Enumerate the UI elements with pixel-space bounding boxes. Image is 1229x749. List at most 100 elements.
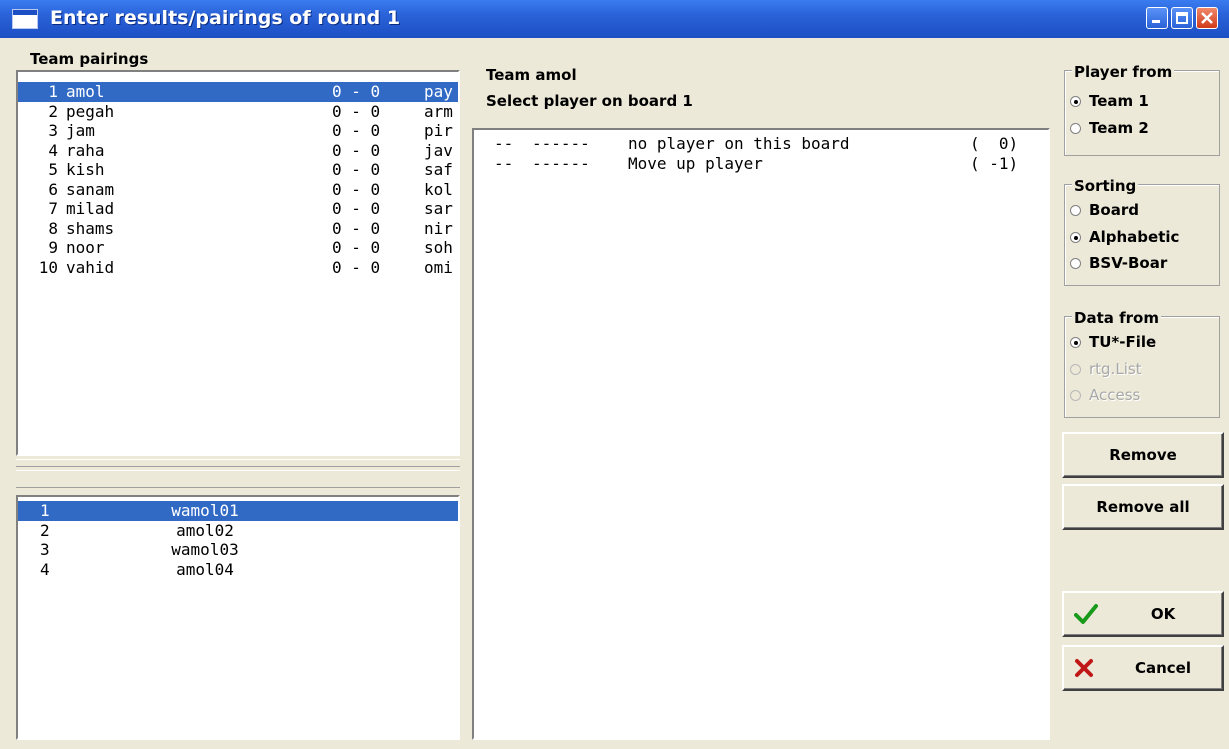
player-from-group — [1064, 70, 1220, 156]
team-name: noor — [66, 238, 105, 257]
pairing-score: 0 - 0 — [332, 121, 381, 140]
pairing-number: 9 — [48, 238, 58, 257]
radio-tu-file[interactable]: TU*-File — [1070, 333, 1156, 351]
maximize-icon — [1176, 12, 1188, 24]
minimize-button[interactable] — [1146, 7, 1168, 29]
radio-dot-icon — [1070, 123, 1081, 134]
board-row[interactable]: 4 amol04 — [18, 560, 458, 580]
pairing-score: 0 - 0 — [332, 160, 381, 179]
pairing-score: 0 - 0 — [332, 238, 381, 257]
player-name: Move up player — [628, 154, 763, 173]
opponent-name: omi — [424, 257, 453, 277]
board-player-name: amol02 — [176, 520, 234, 540]
player-option[interactable]: -- ------ Move up player( -1) — [474, 154, 1048, 174]
team-name: pegah — [66, 101, 115, 121]
radio-access: Access — [1070, 386, 1140, 404]
opponent-name: pay — [424, 82, 453, 101]
pairing-score: 0 - 0 — [332, 82, 381, 101]
player-name: no player on this board — [628, 134, 850, 153]
team-name: raha — [66, 140, 105, 160]
app-window-icon — [12, 9, 38, 29]
scroll-track[interactable] — [16, 470, 460, 488]
team-name: sanam — [66, 179, 115, 199]
title-bar[interactable]: Enter results/pairings of round 1 — [0, 0, 1229, 38]
player-rating: ( 0) — [970, 134, 1019, 153]
opponent-name: arm — [424, 101, 453, 121]
opponent-name: jav — [424, 140, 453, 160]
pairing-number: 5 — [48, 160, 58, 179]
radio-dot-icon — [1070, 96, 1081, 107]
close-icon — [1201, 12, 1213, 24]
cancel-button[interactable]: Cancel — [1062, 645, 1224, 691]
close-button[interactable] — [1196, 7, 1218, 29]
team-name: vahid — [66, 257, 115, 277]
splitter[interactable] — [16, 459, 460, 467]
player-select-list[interactable]: -- ------ no player on this board( 0) -- ---… — [472, 128, 1050, 740]
cross-icon — [1075, 659, 1093, 677]
remove-all-button[interactable]: Remove all — [1062, 484, 1224, 530]
pairing-row[interactable]: 5 kish 0 - 0 saf — [18, 160, 458, 180]
ok-button[interactable]: OK — [1062, 591, 1224, 637]
select-player-prompt: Select player on board 1 — [486, 92, 693, 110]
radio-rtg-list: rtg.List — [1070, 360, 1142, 378]
pairing-score: 0 - 0 — [332, 218, 381, 238]
team-name: kish — [66, 160, 105, 179]
player-option[interactable]: -- ------ no player on this board( 0) — [474, 134, 1048, 154]
team-name: jam — [66, 121, 95, 140]
team-name: milad — [66, 199, 115, 218]
pairing-row[interactable]: 4 raha 0 - 0 jav — [18, 141, 458, 161]
player-id: -- — [494, 134, 514, 153]
remove-button[interactable]: Remove — [1062, 432, 1224, 478]
team-name: shams — [66, 218, 115, 238]
maximize-button[interactable] — [1171, 7, 1193, 29]
pairing-row[interactable]: 6 sanam 0 - 0 kol — [18, 180, 458, 200]
radio-bsv-board[interactable]: BSV-Boar — [1070, 254, 1167, 272]
team-pairings-list[interactable]: 1 amol 0 - 0 pay 2 pegah 0 - 0 arm 3 jam 0 - 0 pir 4… — [16, 70, 460, 456]
opponent-name: saf — [424, 160, 453, 179]
pairing-row[interactable]: 3 jam 0 - 0 pir — [18, 121, 458, 141]
pairing-row[interactable]: 2 pegah 0 - 0 arm — [18, 102, 458, 122]
radio-dot-icon — [1070, 258, 1081, 269]
player-code: ------ — [532, 134, 590, 153]
pairing-number: 1 — [48, 82, 58, 101]
board-number: 3 — [40, 540, 50, 559]
radio-team-2[interactable]: Team 2 — [1070, 119, 1149, 137]
player-id: -- — [494, 154, 514, 173]
board-row[interactable]: 1 wamol01 — [18, 501, 458, 521]
player-from-label: Player from — [1072, 63, 1175, 81]
pairing-row[interactable]: 8 shams 0 - 0 nir — [18, 219, 458, 239]
team-pairings-label: Team pairings — [28, 50, 151, 68]
board-number: 4 — [40, 559, 50, 579]
radio-dot-icon — [1070, 232, 1081, 243]
pairing-number: 8 — [48, 218, 58, 238]
pairing-score: 0 - 0 — [332, 179, 381, 199]
radio-dot-icon — [1070, 390, 1081, 401]
pairing-row[interactable]: 9 noor 0 - 0 soh — [18, 238, 458, 258]
board-player-name: wamol01 — [171, 501, 239, 520]
radio-board[interactable]: Board — [1070, 201, 1139, 219]
pairing-number: 4 — [48, 140, 58, 160]
pairing-row[interactable]: 7 milad 0 - 0 sar — [18, 199, 458, 219]
window-title: Enter results/pairings of round 1 — [50, 7, 401, 29]
board-list[interactable]: 1 wamol01 2 amol02 3 wamol03 4 amol04 — [16, 495, 460, 740]
opponent-name: nir — [424, 218, 453, 238]
team-name: amol — [66, 82, 105, 101]
sorting-label: Sorting — [1072, 177, 1139, 195]
board-number: 1 — [40, 501, 50, 520]
radio-team-1[interactable]: Team 1 — [1070, 92, 1149, 110]
pairing-number: 2 — [48, 101, 58, 121]
board-player-name: wamol03 — [171, 540, 239, 559]
pairing-row[interactable]: 1 amol 0 - 0 pay — [18, 82, 458, 102]
radio-alphabetic[interactable]: Alphabetic — [1070, 228, 1179, 246]
pairing-score: 0 - 0 — [332, 101, 381, 121]
data-from-label: Data from — [1072, 309, 1161, 327]
radio-dot-icon — [1070, 205, 1081, 216]
opponent-name: sar — [424, 199, 453, 218]
radio-dot-icon — [1070, 337, 1081, 348]
pairing-number: 6 — [48, 179, 58, 199]
pairing-number: 3 — [48, 121, 58, 140]
board-row[interactable]: 3 wamol03 — [18, 540, 458, 560]
opponent-name: soh — [424, 238, 453, 257]
board-row[interactable]: 2 amol02 — [18, 521, 458, 541]
pairing-row[interactable]: 10 vahid 0 - 0 omi — [18, 258, 458, 278]
